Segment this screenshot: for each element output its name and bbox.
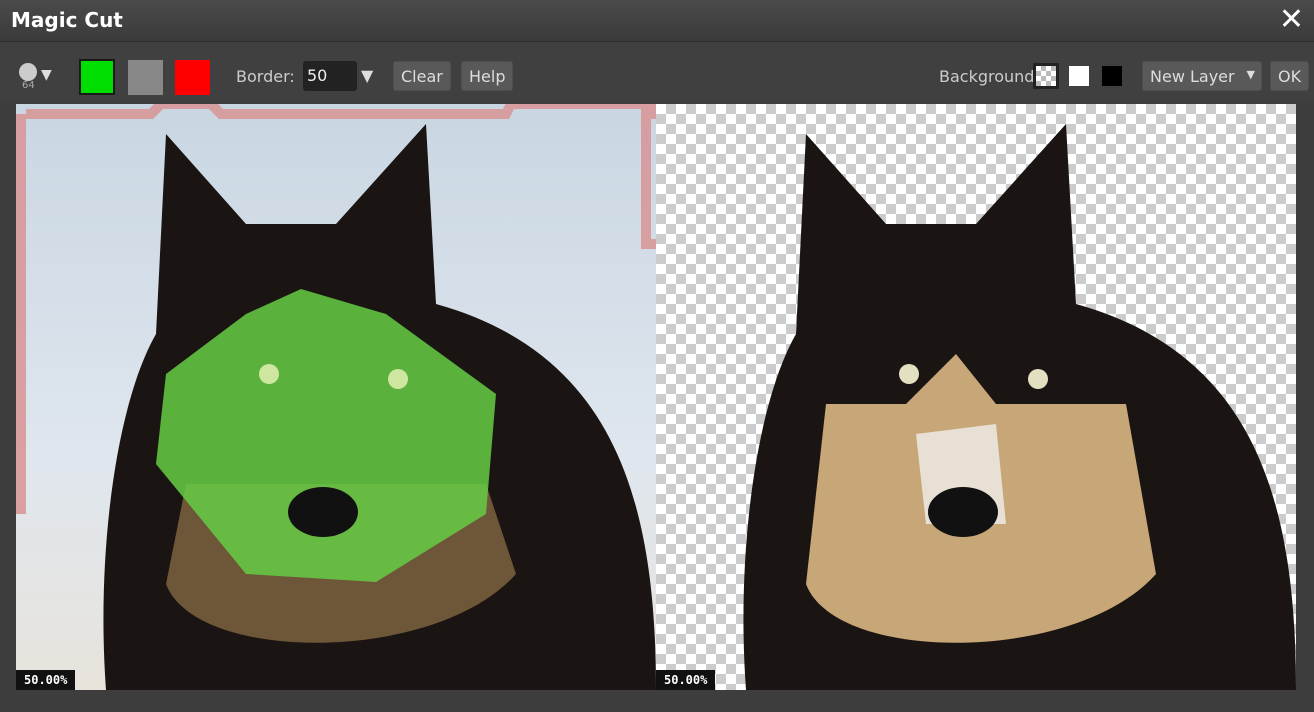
border-dropdown-icon[interactable]: ▼ xyxy=(361,66,373,85)
remove-swatch[interactable] xyxy=(175,60,210,95)
brush-size: 64 xyxy=(22,80,35,91)
chevron-down-icon: ▼ xyxy=(1246,68,1255,81)
clear-button[interactable]: Clear xyxy=(393,61,451,91)
white-background-option[interactable] xyxy=(1069,66,1089,86)
keep-swatch[interactable] xyxy=(79,59,115,95)
border-label: Border: xyxy=(236,67,295,86)
black-background-option[interactable] xyxy=(1102,66,1122,86)
preview-canvas: 50.00% xyxy=(656,104,1296,690)
brush-icon[interactable] xyxy=(19,63,37,81)
cutout-preview xyxy=(743,124,1296,690)
title-bar: Magic Cut ✕ xyxy=(0,0,1314,42)
zoom-level: 50.00% xyxy=(16,670,76,690)
help-button[interactable]: Help xyxy=(461,61,514,91)
source-canvas[interactable]: 50.00% xyxy=(16,104,656,690)
close-icon[interactable]: ✕ xyxy=(1279,2,1304,37)
ok-button[interactable]: OK xyxy=(1270,61,1310,91)
zoom-level: 50.00% xyxy=(656,670,716,690)
neutral-swatch[interactable] xyxy=(128,60,163,95)
transparent-background-option[interactable] xyxy=(1033,63,1059,89)
dialog-title: Magic Cut xyxy=(11,8,123,32)
output-select-value: New Layer xyxy=(1150,67,1235,86)
border-input[interactable]: 50 xyxy=(303,61,357,91)
background-label: Background: xyxy=(939,67,1040,86)
brush-dropdown-icon[interactable]: ▼ xyxy=(41,67,52,83)
output-select[interactable]: New Layer ▼ xyxy=(1142,61,1262,91)
dog-photo xyxy=(16,104,656,690)
toolbar: 64 ▼ Border: 50 ▼ Clear Help Background:… xyxy=(0,43,1314,103)
